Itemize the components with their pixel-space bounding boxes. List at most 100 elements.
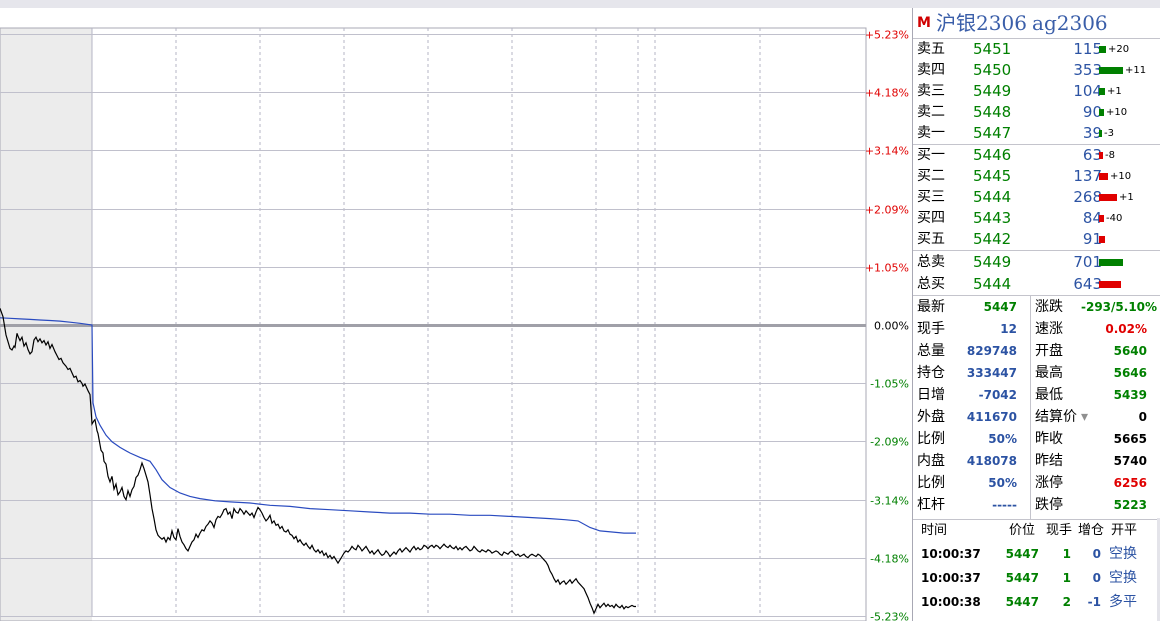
order-totals: 总卖 5449 701 总买 5444 643 — [913, 250, 1160, 295]
level-change: +20 — [1108, 44, 1130, 55]
level-label: 买四 — [917, 210, 945, 226]
level-volume-bar — [1099, 46, 1106, 53]
stat-value: 333447 — [966, 366, 1017, 380]
settlement-dropdown-icon[interactable]: ▾ — [1081, 406, 1088, 428]
level-label: 买三 — [917, 189, 945, 205]
bid-level-5[interactable]: 买五 5442 91 — [913, 229, 1160, 250]
tick-header-price: 价位 — [1009, 523, 1036, 538]
level-change: +10 — [1110, 171, 1132, 182]
level-price: 5444 — [973, 188, 1012, 206]
intraday-chart[interactable]: +5.23% +4.18% +3.14% +2.09% +1.05% 0.00% -1.05… — [0, 8, 912, 621]
level-price: 5443 — [973, 209, 1012, 227]
instrument-name: 沪银2306 — [936, 11, 1027, 35]
stat-row-2: 现手 12 速涨 0.02% — [913, 318, 1160, 340]
level-price: 5450 — [973, 61, 1012, 79]
level-volume: 268 — [1073, 188, 1102, 206]
stat-value: 5447 — [983, 300, 1017, 314]
stat-label: 总量 — [917, 343, 945, 359]
tick-oi-change: 0 — [1092, 547, 1101, 561]
tick-header-oi: 增仓 — [1078, 523, 1105, 538]
tick-hand: 1 — [1062, 571, 1071, 585]
level-volume-bar — [1099, 236, 1105, 243]
level-change: +10 — [1106, 107, 1128, 118]
tick-header-type: 开平 — [1111, 523, 1138, 538]
level-volume: 104 — [1073, 82, 1102, 100]
stat-label: 涨跌 — [1035, 299, 1063, 315]
ask-level-3[interactable]: 卖三 5449 104 +1 — [913, 81, 1160, 102]
level-price: 5446 — [973, 146, 1012, 164]
level-label: 买一 — [917, 147, 945, 163]
bid-level-2[interactable]: 买二 5445 137 +10 — [913, 166, 1160, 187]
stat-row-5: 日增 -7042 最低 5439 — [913, 384, 1160, 406]
stat-value: -7042 — [978, 388, 1017, 402]
level-label: 卖二 — [917, 104, 945, 120]
total-bid[interactable]: 总买 5444 643 — [913, 273, 1160, 295]
level-price: 5445 — [973, 167, 1012, 185]
total-label: 总卖 — [917, 254, 945, 270]
bid-level-1[interactable]: 买一 5446 63 -8 — [913, 145, 1160, 166]
level-volume: 90 — [1082, 103, 1102, 121]
ask-level-4[interactable]: 卖二 5448 90 +10 — [913, 102, 1160, 123]
instrument-title[interactable]: M 沪银2306 ag2306 — [913, 8, 1160, 39]
quote-stats: 最新 5447 涨跌 -293/5.10% 现手 12 速涨 0.02% 总量 829748 开盘 5… — [913, 295, 1160, 519]
stat-label: 比例 — [917, 475, 945, 491]
stat-value: 0.02% — [1105, 322, 1147, 336]
ask-level-5[interactable]: 卖一 5447 39 -3 — [913, 123, 1160, 144]
level-change: +1 — [1119, 192, 1134, 203]
tick-row[interactable]: 10:00:37 5447 1 0 空换 — [913, 566, 1160, 590]
tick-type: 空换 — [1109, 546, 1137, 562]
stat-value: 50% — [988, 476, 1017, 490]
tick-time: 10:00:37 — [921, 547, 981, 561]
tick-rows: 10:00:37 5447 1 0 空换 10:00:37 5447 1 0 空换 10:00:38… — [913, 542, 1160, 614]
tick-time: 10:00:38 — [921, 595, 981, 609]
stat-row-4: 持仓 333447 最高 5646 — [913, 362, 1160, 384]
pct-label-3: +2.09% — [865, 204, 909, 217]
price-line — [0, 308, 636, 615]
tick-row[interactable]: 10:00:38 5447 2 -1 多平 — [913, 590, 1160, 614]
pct-label-5: 0.00% — [874, 320, 909, 333]
level-label: 卖五 — [917, 41, 945, 57]
level-price: 5442 — [973, 230, 1012, 248]
bid-level-4[interactable]: 买四 5443 84 -40 — [913, 208, 1160, 229]
tick-header-time: 时间 — [921, 523, 948, 538]
stat-label: 开盘 — [1035, 343, 1063, 359]
pct-label-7: -2.09% — [870, 436, 909, 449]
tick-row[interactable]: 10:00:37 5447 1 0 空换 — [913, 542, 1160, 566]
level-label: 卖一 — [917, 125, 945, 141]
level-volume: 137 — [1073, 167, 1102, 185]
tick-header-hand: 现手 — [1046, 523, 1073, 538]
stat-value: 5223 — [1113, 498, 1147, 512]
stat-row-8: 内盘 418078 昨结 5740 — [913, 450, 1160, 472]
stat-value: 5740 — [1113, 454, 1147, 468]
level-price: 5451 — [973, 40, 1012, 58]
stat-value: ----- — [992, 498, 1017, 512]
tick-type: 多平 — [1109, 594, 1137, 610]
ask-level-2[interactable]: 卖四 5450 353 +11 — [913, 60, 1160, 81]
tick-price: 5447 — [1005, 547, 1039, 561]
stat-value: 5640 — [1113, 344, 1147, 358]
pct-label-2: +3.14% — [865, 145, 909, 158]
stat-value: 5646 — [1113, 366, 1147, 380]
level-change: +11 — [1125, 65, 1147, 76]
tick-list[interactable]: 时间 价位 现手 增仓 开平 10:00:37 5447 1 0 空换 10:00:37 5… — [913, 519, 1160, 614]
level-price: 5449 — [973, 82, 1012, 100]
bid-level-3[interactable]: 买三 5444 268 +1 — [913, 187, 1160, 208]
intraday-chart-svg[interactable]: +5.23% +4.18% +3.14% +2.09% +1.05% 0.00% -1.05… — [0, 8, 912, 621]
pct-label-1: +4.18% — [865, 87, 909, 100]
stat-value: 6256 — [1113, 476, 1147, 490]
total-volume: 643 — [1073, 275, 1102, 293]
level-volume-bar — [1099, 215, 1104, 222]
instrument-code: ag2306 — [1032, 11, 1108, 35]
total-ask[interactable]: 总卖 5449 701 — [913, 251, 1160, 273]
stat-value: 12 — [1000, 322, 1017, 336]
tick-hand: 1 — [1062, 547, 1071, 561]
level-change: +1 — [1107, 86, 1122, 97]
stat-label: 最新 — [917, 299, 945, 315]
ask-level-1[interactable]: 卖五 5451 115 +20 — [913, 39, 1160, 60]
tick-oi-change: -1 — [1087, 595, 1101, 609]
level-label: 卖三 — [917, 83, 945, 99]
stat-value: 5439 — [1113, 388, 1147, 402]
stat-row-3: 总量 829748 开盘 5640 — [913, 340, 1160, 362]
stat-label: 最低 — [1035, 387, 1063, 403]
market-badge: M — [917, 15, 931, 31]
